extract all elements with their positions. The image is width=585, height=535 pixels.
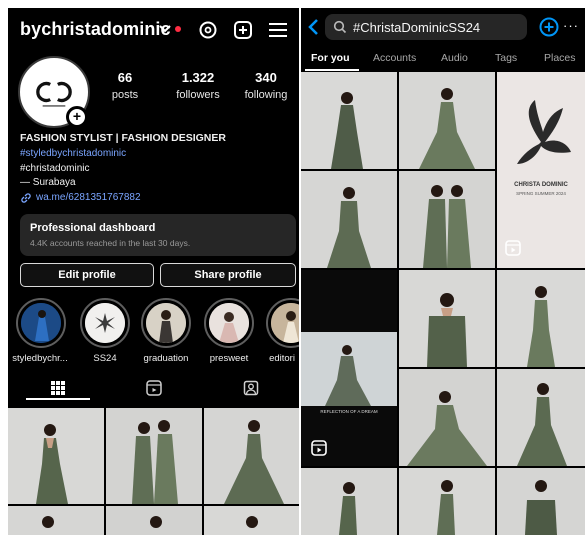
bio-title: FASHION STYLIST | FASHION DESIGNER [20, 132, 226, 144]
explore-thumbnail[interactable] [399, 171, 495, 268]
post-thumbnail[interactable] [8, 506, 104, 535]
bio-location: — Surabaya [20, 177, 76, 188]
professional-dashboard[interactable]: Professional dashboard 4.4K accounts rea… [20, 214, 296, 256]
post-thumbnail[interactable] [106, 408, 202, 504]
explore-thumbnail[interactable] [399, 72, 495, 169]
highlight-label: editori [269, 353, 295, 364]
dashboard-subtitle: 4.4K accounts reached in the last 30 day… [30, 238, 191, 248]
more-icon[interactable]: ··· [563, 18, 579, 33]
link-icon [21, 193, 31, 203]
active-tab-indicator [305, 69, 359, 71]
stat-following-label: following [244, 89, 288, 101]
stat-followers-count: 1.322 [181, 70, 215, 85]
reel-badge-icon [505, 240, 521, 256]
profile-post-grid [8, 408, 299, 535]
explore-thumbnail[interactable] [399, 468, 495, 535]
poster-title: CHRISTA DOMINIC [514, 182, 568, 188]
chevron-down-icon[interactable] [158, 24, 172, 34]
stat-posts-count: 66 [117, 70, 133, 85]
highlight-label: presweet [209, 353, 249, 364]
share-profile-button[interactable]: Share profile [160, 263, 296, 287]
search-query: #ChristaDominicSS24 [353, 20, 481, 35]
tab-tags[interactable]: Tags [495, 52, 517, 64]
explore-thumbnail[interactable] [497, 369, 585, 466]
poster-subtitle: SPRING SUMMER 2024 [516, 191, 566, 196]
notification-dot [175, 26, 181, 32]
explore-thumbnail[interactable] [399, 270, 495, 367]
highlight-styledbychrista[interactable] [16, 298, 66, 348]
reels-icon[interactable] [146, 380, 162, 396]
add-circle-icon[interactable] [539, 17, 559, 37]
tab-accounts[interactable]: Accounts [373, 52, 416, 64]
reel-badge-icon [311, 440, 327, 456]
search-input[interactable]: #ChristaDominicSS24 [325, 14, 527, 40]
explore-reel-poster[interactable]: CHRISTA DOMINIC SPRING SUMMER 2024 [497, 72, 585, 268]
back-icon[interactable] [307, 18, 321, 36]
stat-following-count: 340 [255, 70, 277, 85]
explore-thumbnail[interactable] [399, 369, 495, 466]
profile-header: bychristadominic [8, 8, 299, 50]
explore-thumbnail[interactable] [301, 171, 397, 268]
grid-icon[interactable] [50, 380, 66, 396]
post-thumbnail[interactable] [8, 408, 104, 504]
stat-followers[interactable]: 1.322 followers [163, 70, 233, 101]
search-icon [333, 20, 347, 34]
stat-posts[interactable]: 66 posts [90, 70, 160, 101]
stat-followers-label: followers [176, 89, 220, 101]
tab-for-you[interactable]: For you [311, 52, 350, 64]
bio-hashtag-link[interactable]: #styledbychristadominic [20, 148, 126, 159]
stat-posts-label: posts [111, 89, 139, 101]
post-thumbnail[interactable] [106, 506, 202, 535]
explore-thumbnail[interactable] [497, 468, 585, 535]
explore-reel-video[interactable]: REFLECTION OF A DREAM [301, 270, 397, 466]
reel-caption: REFLECTION OF A DREAM [320, 409, 378, 414]
highlight-label: graduation [143, 353, 189, 364]
highlight-editorial[interactable] [266, 298, 299, 348]
threads-icon[interactable] [198, 20, 218, 40]
add-story-icon[interactable]: + [66, 106, 88, 128]
stat-following[interactable]: 340 following [231, 70, 299, 101]
menu-icon[interactable] [268, 22, 288, 38]
bio-whatsapp-link[interactable]: wa.me/6281351767882 [36, 192, 141, 203]
tagged-icon[interactable] [243, 380, 259, 396]
highlight-label: SS24 [93, 353, 117, 364]
highlight-ss24[interactable] [80, 298, 130, 348]
profile-panel: bychristadominic + 66 posts 1.322 follow… [8, 8, 299, 535]
highlight-presweet[interactable] [204, 298, 254, 348]
highlight-label: styledbychr... [12, 353, 68, 364]
bio-hashtag[interactable]: #christadominic [20, 163, 89, 174]
search-panel: #ChristaDominicSS24 ··· For you Accounts… [301, 8, 585, 535]
highlight-graduation[interactable] [141, 298, 191, 348]
explore-thumbnail[interactable] [301, 468, 397, 535]
explore-grid: CHRISTA DOMINIC SPRING SUMMER 2024 REFLE… [301, 72, 585, 535]
explore-thumbnail[interactable] [301, 72, 397, 169]
tab-audio[interactable]: Audio [441, 52, 468, 64]
profile-username[interactable]: bychristadominic [20, 19, 171, 40]
tab-places[interactable]: Places [544, 52, 576, 64]
post-thumbnail[interactable] [204, 506, 299, 535]
edit-profile-button[interactable]: Edit profile [20, 263, 154, 287]
active-tab-indicator [26, 398, 90, 400]
post-thumbnail[interactable] [204, 408, 299, 504]
plus-square-icon[interactable] [233, 20, 253, 40]
dashboard-title: Professional dashboard [30, 222, 156, 234]
explore-thumbnail[interactable] [497, 270, 585, 367]
profile-tabs [8, 368, 299, 406]
